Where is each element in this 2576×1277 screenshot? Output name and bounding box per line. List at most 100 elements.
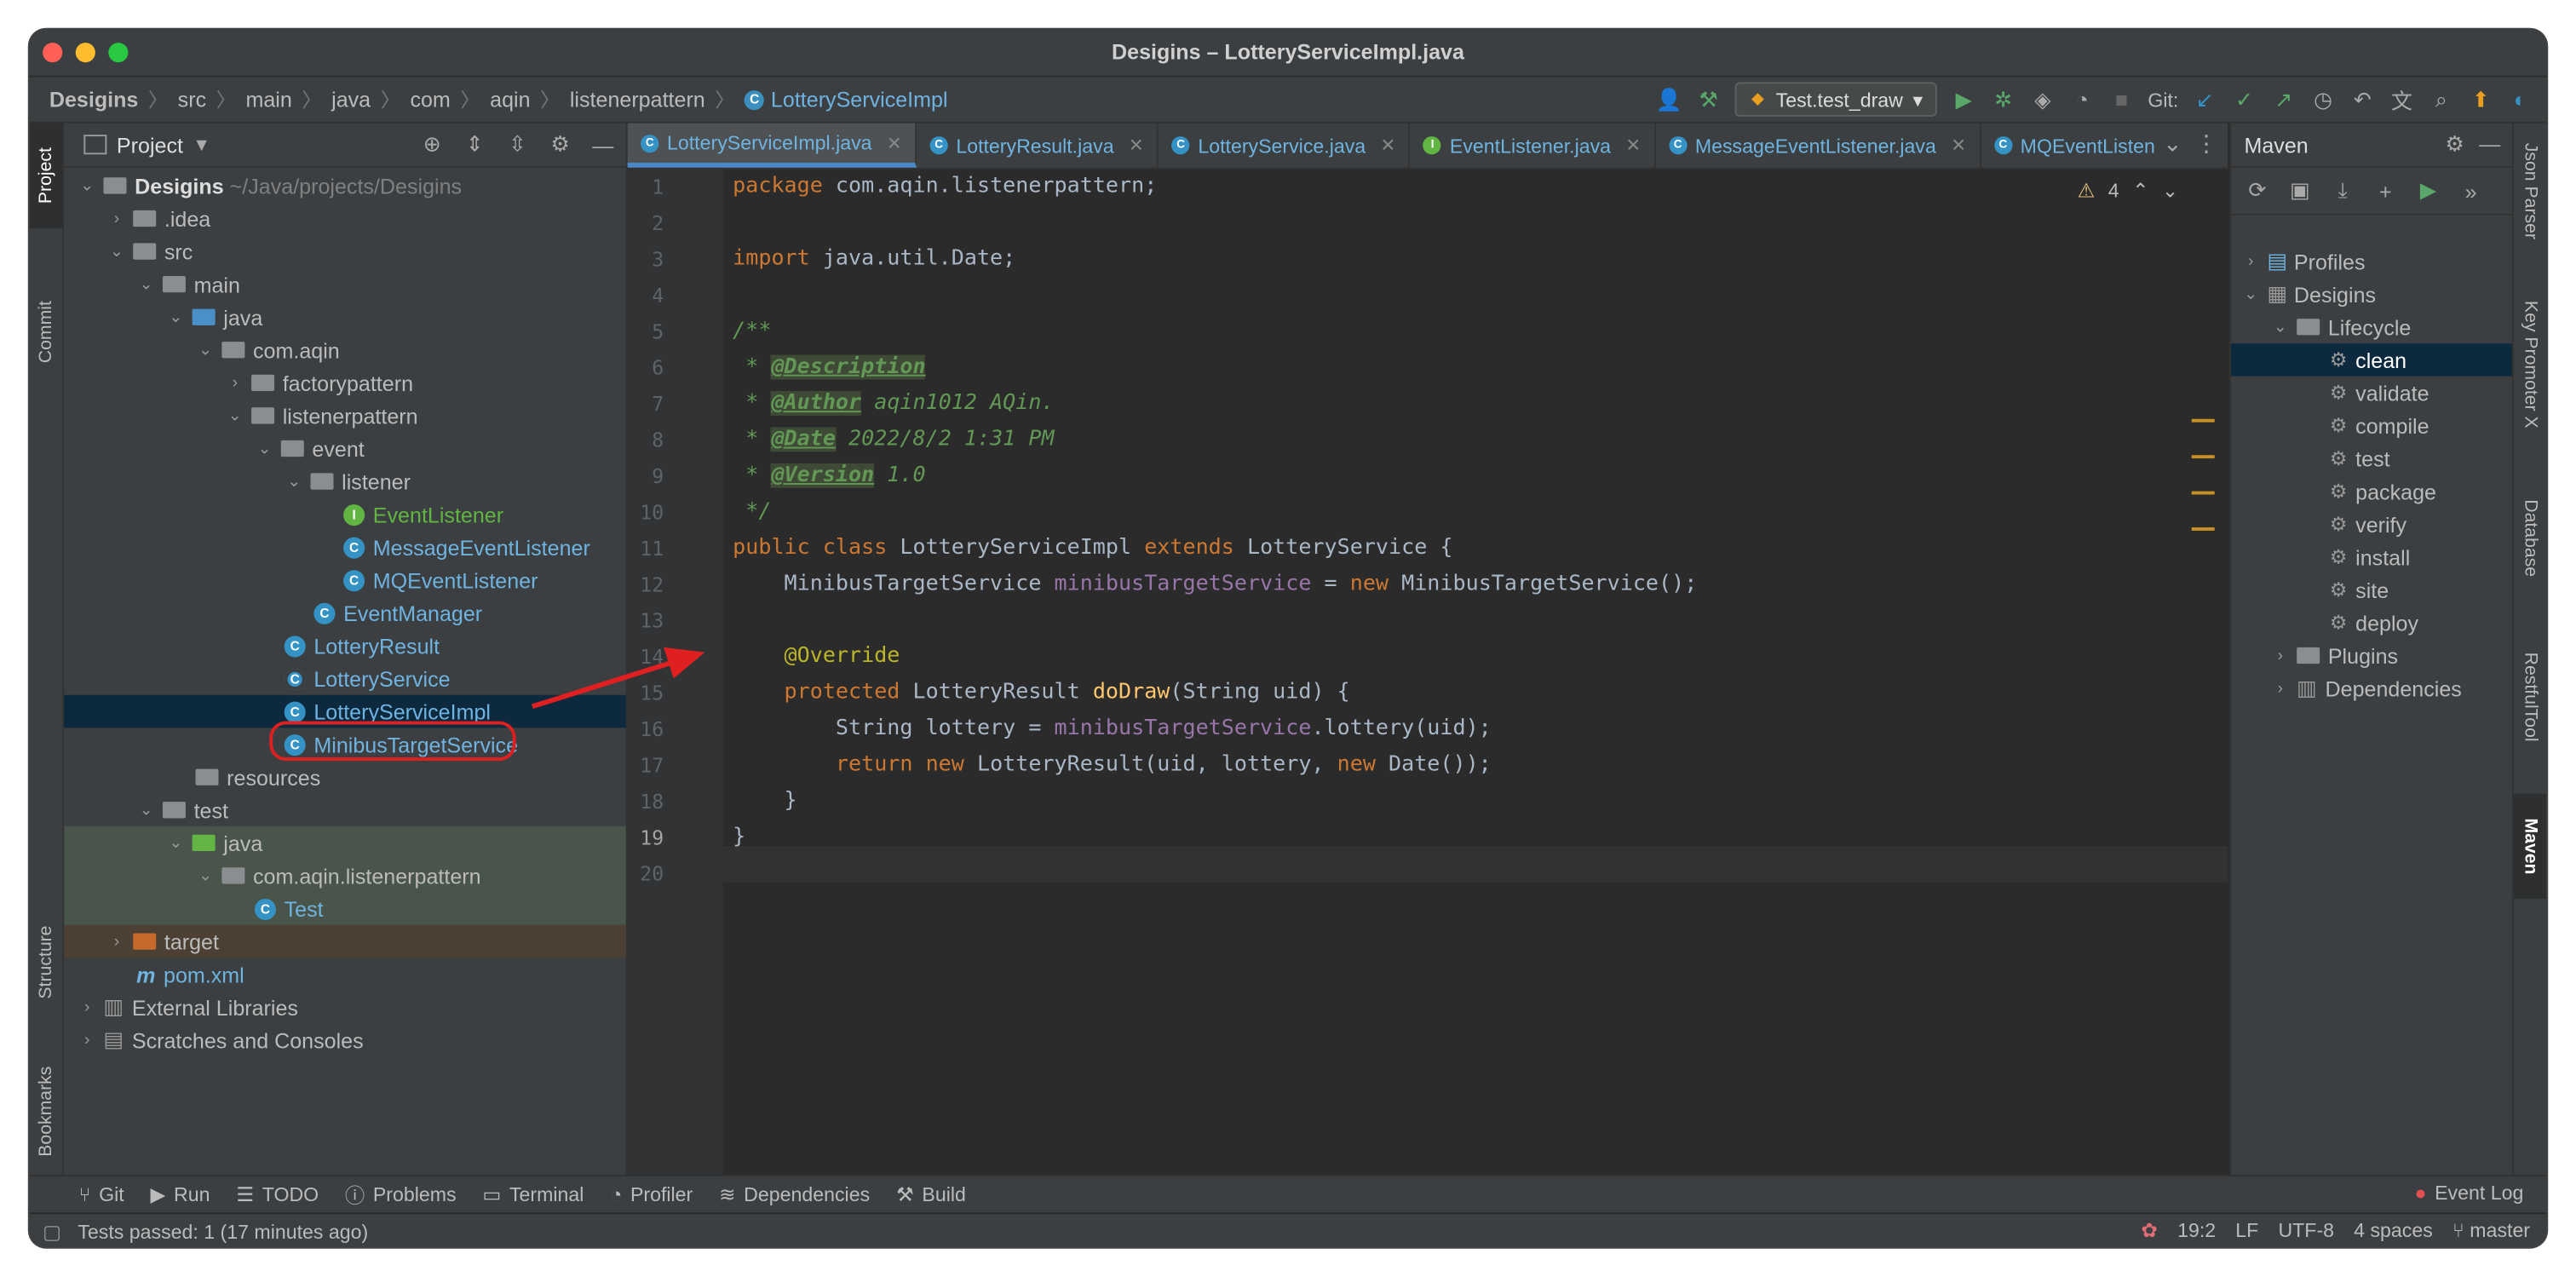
history-icon[interactable]: ◷ — [2310, 86, 2337, 112]
tree-row-external-libraries[interactable]: › ▥ External Libraries — [64, 991, 626, 1024]
maven-item-lifecycle[interactable]: ⌄ Lifecycle — [2231, 311, 2514, 344]
expand-all-icon[interactable]: ⇕ — [462, 131, 488, 158]
breadcrumb-item[interactable]: aqin — [490, 87, 530, 112]
chevron-down-icon[interactable]: ▾ — [196, 131, 207, 158]
git-branch[interactable]: ⑂ master — [2452, 1219, 2530, 1242]
chevron-right-icon[interactable]: › — [2241, 252, 2261, 270]
rollback-icon[interactable]: ↶ — [2349, 86, 2376, 112]
maven-item-profiles[interactable]: › ▤ Profiles — [2231, 244, 2514, 278]
bottom-tab-problems[interactable]: ⓘ Problems — [345, 1181, 457, 1209]
debug-icon[interactable]: ✲ — [1990, 86, 2016, 112]
hide-icon[interactable]: — — [589, 131, 616, 158]
chevron-down-icon[interactable]: ⌄ — [285, 472, 304, 490]
tree-row-eventlistener[interactable]: I EventListener — [64, 498, 626, 531]
gear-icon[interactable]: ⚙ — [547, 131, 573, 158]
add-icon[interactable]: + — [2372, 177, 2399, 204]
tree-row-test[interactable]: ⌄ test — [64, 794, 626, 827]
stop-icon[interactable]: ■ — [2108, 86, 2135, 112]
tool-tab-project[interactable]: Project — [29, 123, 63, 229]
maven-goal-install[interactable]: ⚙ install — [2231, 541, 2514, 574]
tree-row-src[interactable]: ⌄ src — [64, 235, 626, 268]
file-encoding[interactable]: UTF-8 — [2278, 1219, 2334, 1242]
tool-tab-structure[interactable]: Structure — [30, 906, 63, 1021]
breadcrumb-item[interactable]: com — [410, 87, 450, 112]
tree-row-eventmanager[interactable]: C EventManager — [64, 596, 626, 630]
tree-row-test-class[interactable]: C Test — [64, 892, 626, 925]
user-icon[interactable]: 👤 — [1656, 86, 1682, 112]
tree-row-lotteryresult[interactable]: C LotteryResult — [64, 630, 626, 663]
chevron-down-icon[interactable]: ⌄ — [106, 242, 126, 260]
chevron-right-icon[interactable]: › — [2270, 679, 2290, 697]
maven-goal-verify[interactable]: ⚙ verify — [2231, 508, 2514, 541]
tree-row-messageeventlistener[interactable]: C MessageEventListener — [64, 531, 626, 564]
bottom-tab-todo[interactable]: ☰ TODO — [236, 1183, 319, 1206]
git-update-icon[interactable]: ↙ — [2192, 86, 2218, 112]
tab-overflow-icon[interactable]: ⌄ ⋮ — [2163, 129, 2218, 158]
maven-item-project[interactable]: ⌄ ▦ Desigins — [2231, 278, 2514, 311]
tree-row-resources[interactable]: resources — [64, 761, 626, 794]
tree-row-desigins[interactable]: ⌄ Desigins ~/Java/projects/Desigins — [64, 170, 626, 203]
tree-row-main[interactable]: ⌄ main — [64, 267, 626, 301]
chevron-up-icon[interactable]: ⌃ — [2132, 179, 2148, 202]
breadcrumb-item[interactable]: java — [331, 87, 371, 112]
bottom-tab-git[interactable]: ⑂ Git — [79, 1183, 124, 1206]
search-icon[interactable]: ⌕ — [2428, 86, 2454, 112]
maven-item-dependencies[interactable]: › ▥ Dependencies — [2231, 672, 2514, 705]
breadcrumb-item[interactable]: main — [245, 87, 291, 112]
breadcrumb-item[interactable]: Desigins — [49, 87, 139, 112]
line-separator[interactable]: LF — [2235, 1219, 2258, 1242]
breadcrumb-item[interactable]: listenerpattern — [570, 87, 705, 112]
chevron-down-icon[interactable]: ⌄ — [2162, 179, 2178, 202]
reload-icon[interactable]: ⟳ — [2244, 177, 2270, 204]
chevron-down-icon[interactable]: ⌄ — [78, 176, 97, 194]
chevron-right-icon[interactable]: › — [2270, 647, 2290, 664]
chevron-right-icon[interactable]: › — [106, 932, 126, 950]
git-commit-icon[interactable]: ✓ — [2231, 86, 2257, 112]
tree-row-idea[interactable]: › .idea — [64, 202, 626, 235]
maven-goal-deploy[interactable]: ⚙ deploy — [2231, 607, 2514, 640]
tree-row-listener[interactable]: ⌄ listener — [64, 465, 626, 498]
chevron-down-icon[interactable]: ⌄ — [196, 341, 216, 359]
maven-goal-clean[interactable]: ⚙ clean — [2231, 343, 2514, 377]
maven-item-plugins[interactable]: › Plugins — [2231, 639, 2514, 672]
hide-icon[interactable]: — — [2479, 131, 2500, 156]
tree-row-factorypattern[interactable]: › factorypattern — [64, 366, 626, 400]
tab-lotteryresult[interactable]: C LotteryResult.java ✕ — [917, 123, 1159, 168]
hammer-build-icon[interactable]: ⚒ — [1695, 86, 1722, 112]
bottom-tab-run[interactable]: ▶ Run — [151, 1183, 210, 1206]
run-icon[interactable]: ▶ — [2415, 177, 2441, 204]
bottom-tab-profiler[interactable]: ◔ Profiler — [610, 1183, 693, 1206]
run-configuration-select[interactable]: ◆ Test.test_draw ▾ — [1734, 82, 1938, 117]
update-icon[interactable]: ⬆ — [2468, 86, 2494, 112]
tree-row-lotteryservice[interactable]: C LotteryService — [64, 662, 626, 695]
more-icon[interactable]: » — [2458, 177, 2484, 204]
chevron-right-icon[interactable]: › — [225, 374, 244, 392]
tool-tab-database[interactable]: Database — [2514, 481, 2547, 596]
chevron-down-icon[interactable]: ⌄ — [2241, 285, 2261, 303]
tool-tab-restfultool[interactable]: RestfulTool — [2514, 623, 2547, 771]
add-folder-icon[interactable]: ▣ — [2287, 177, 2314, 204]
chevron-down-icon[interactable]: ⌄ — [2270, 318, 2290, 336]
tab-messageeventlistener[interactable]: C MessageEventListener.java ✕ — [1656, 123, 1981, 168]
profile-icon[interactable]: ◔ — [2069, 86, 2096, 112]
tab-mqeventlistener[interactable]: C MQEventListen — [1981, 124, 2168, 168]
close-icon[interactable]: ✕ — [1625, 135, 1641, 156]
tab-lotteryservice[interactable]: C LotteryService.java ✕ — [1159, 123, 1411, 168]
collapse-all-icon[interactable]: ⇳ — [504, 131, 531, 158]
tool-tab-bookmarks[interactable]: Bookmarks — [30, 1044, 63, 1178]
run-icon[interactable]: ▶ — [1951, 86, 1977, 112]
plugin-logo-icon[interactable]: ◐ — [2507, 86, 2533, 112]
tree-row-test-package[interactable]: ⌄ com.aqin.listenerpattern — [64, 859, 626, 893]
chevron-down-icon[interactable]: ⌄ — [255, 440, 274, 457]
tree-row-java[interactable]: ⌄ java — [64, 301, 626, 334]
bottom-tab-dependencies[interactable]: ≋ Dependencies — [719, 1183, 870, 1206]
caret-position[interactable]: 19:2 — [2177, 1219, 2216, 1242]
download-icon[interactable]: ⤓ — [2330, 177, 2356, 204]
maven-goal-compile[interactable]: ⚙ compile — [2231, 409, 2514, 442]
maven-goal-test[interactable]: ⚙ test — [2231, 442, 2514, 475]
chevron-right-icon[interactable]: › — [78, 998, 97, 1016]
project-panel-title[interactable]: Project — [117, 132, 183, 157]
chevron-down-icon[interactable]: ⌄ — [196, 866, 216, 884]
tree-row-listenerpattern[interactable]: ⌄ listenerpattern — [64, 400, 626, 433]
coverage-icon[interactable]: ◈ — [2029, 86, 2056, 112]
